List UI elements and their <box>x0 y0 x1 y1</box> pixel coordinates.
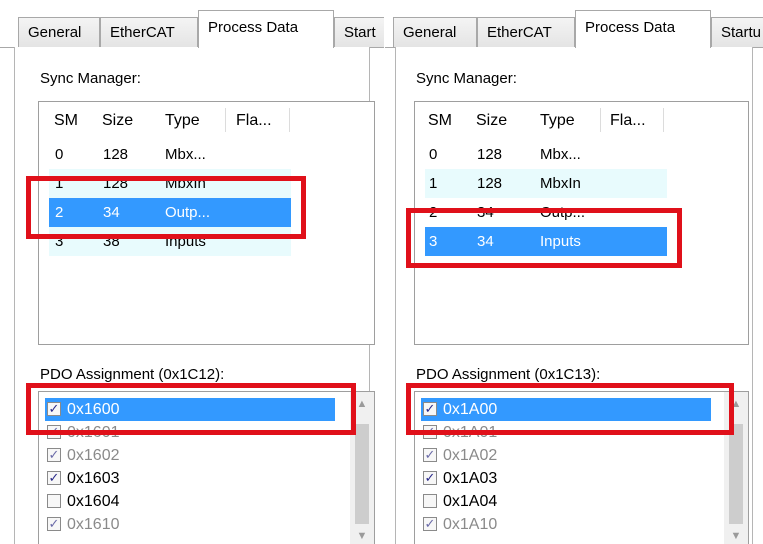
checkbox-icon[interactable]: ✓ <box>47 517 61 531</box>
scroll-thumb[interactable] <box>355 424 369 524</box>
tab-ethercat[interactable]: EtherCAT <box>100 17 198 47</box>
checkbox-icon[interactable]: ✓ <box>423 448 437 462</box>
sm-row[interactable]: 0 128 Mbx... <box>49 140 291 169</box>
pdo-item[interactable]: ✓ 0x1A10 <box>421 513 748 536</box>
right-panel: General EtherCAT Process Data Startu Syn… <box>385 0 763 544</box>
sync-manager-label: Sync Manager: <box>416 70 517 87</box>
pdo-item[interactable]: ✓ 0x1A03 <box>421 467 748 490</box>
pdo-item-label: 0x1610 <box>67 516 120 533</box>
highlight-box-pdo <box>26 383 356 435</box>
sync-manager-header: SM Size Type Fla... <box>415 102 748 138</box>
tab-startup[interactable]: Startu <box>711 17 763 47</box>
column-type[interactable]: Type <box>165 112 200 130</box>
type-cell: Mbx... <box>540 146 581 163</box>
tab-ethercat[interactable]: EtherCAT <box>477 17 575 47</box>
tab-general[interactable]: General <box>18 17 100 47</box>
scroll-down-icon[interactable]: ▼ <box>350 530 374 542</box>
tab-general[interactable]: General <box>393 17 477 47</box>
column-type[interactable]: Type <box>540 112 575 130</box>
pdo-item-label: 0x1604 <box>67 493 120 510</box>
sm-cell: 0 <box>55 146 64 163</box>
column-separator <box>289 108 290 132</box>
pdo-item[interactable]: 0x1604 <box>45 490 374 513</box>
pdo-item-label: 0x1A02 <box>443 447 498 464</box>
scroll-down-icon[interactable]: ▼ <box>724 530 748 542</box>
tab-strip: General EtherCAT Process Data Start <box>0 0 384 48</box>
tab-process-data[interactable]: Process Data <box>575 10 711 48</box>
column-separator <box>600 108 601 132</box>
pdo-item-label: 0x1A04 <box>443 493 498 510</box>
sync-manager-label: Sync Manager: <box>40 70 141 87</box>
column-separator <box>663 108 664 132</box>
checkbox-icon[interactable]: ✓ <box>423 471 437 485</box>
pdo-item[interactable]: ✓ 0x1A02 <box>421 444 748 467</box>
sync-manager-header: SM Size Type Fla... <box>39 102 374 138</box>
column-separator <box>225 108 226 132</box>
checkbox-icon[interactable]: ✓ <box>423 517 437 531</box>
pdo-item[interactable]: ✓ 0x1603 <box>45 467 374 490</box>
pdo-item[interactable]: ✓ 0x1602 <box>45 444 374 467</box>
scroll-thumb[interactable] <box>729 424 743 524</box>
pdo-assignment-label: PDO Assignment (0x1C12): <box>40 366 225 383</box>
size-cell: 128 <box>477 175 503 192</box>
size-cell: 128 <box>477 146 503 163</box>
pdo-item-label: 0x1A10 <box>443 516 498 533</box>
column-size[interactable]: Size <box>102 112 133 130</box>
tab-content: Sync Manager: SM Size Type Fla... 0 128 … <box>14 47 375 544</box>
column-size[interactable]: Size <box>476 112 507 130</box>
checkbox-icon[interactable]: ✓ <box>47 448 61 462</box>
sm-cell: 1 <box>429 175 438 192</box>
tab-start[interactable]: Start <box>334 17 384 47</box>
tab-process-data[interactable]: Process Data <box>198 10 334 48</box>
pdo-item[interactable]: ✓ 0x1610 <box>45 513 374 536</box>
checkbox-icon[interactable]: ✓ <box>47 471 61 485</box>
sm-row[interactable]: 0 128 Mbx... <box>425 140 667 169</box>
highlight-box-sync-manager <box>406 208 682 268</box>
column-sm[interactable]: SM <box>428 112 452 130</box>
highlight-box-sync-manager <box>26 176 306 239</box>
sm-cell: 0 <box>429 146 438 163</box>
pdo-item[interactable]: 0x1A04 <box>421 490 748 513</box>
tab-strip: General EtherCAT Process Data Startu <box>385 0 763 48</box>
left-panel: General EtherCAT Process Data Start Sync… <box>0 0 384 544</box>
column-flags[interactable]: Fla... <box>610 112 646 130</box>
checkbox-icon[interactable] <box>423 494 437 508</box>
column-sm[interactable]: SM <box>54 112 78 130</box>
pdo-item-label: 0x1603 <box>67 470 120 487</box>
tab-content: Sync Manager: SM Size Type Fla... 0 128 … <box>395 47 753 544</box>
pdo-item-label: 0x1A03 <box>443 470 498 487</box>
pdo-item-label: 0x1602 <box>67 447 120 464</box>
sm-row[interactable]: 1 128 MbxIn <box>425 169 667 198</box>
size-cell: 128 <box>103 146 129 163</box>
type-cell: Mbx... <box>165 146 206 163</box>
column-flags[interactable]: Fla... <box>236 112 272 130</box>
highlight-box-pdo <box>406 383 734 435</box>
checkbox-icon[interactable] <box>47 494 61 508</box>
pdo-assignment-label: PDO Assignment (0x1C13): <box>416 366 601 383</box>
type-cell: MbxIn <box>540 175 581 192</box>
